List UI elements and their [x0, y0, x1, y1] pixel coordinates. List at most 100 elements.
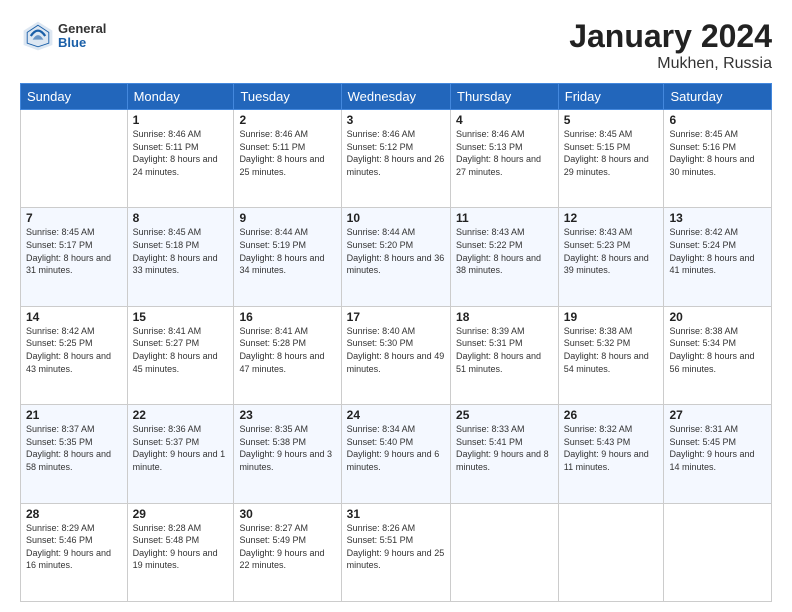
calendar-cell: 12Sunrise: 8:43 AMSunset: 5:23 PMDayligh…	[558, 208, 664, 306]
week-row-3: 14Sunrise: 8:42 AMSunset: 5:25 PMDayligh…	[21, 306, 772, 404]
logo-text: General Blue	[58, 22, 106, 51]
calendar-cell: 21Sunrise: 8:37 AMSunset: 5:35 PMDayligh…	[21, 405, 128, 503]
weekday-header-saturday: Saturday	[664, 84, 772, 110]
weekday-header-sunday: Sunday	[21, 84, 128, 110]
header: General Blue January 2024 Mukhen, Russia	[20, 18, 772, 73]
day-number: 11	[456, 211, 553, 225]
day-info: Sunrise: 8:31 AMSunset: 5:45 PMDaylight:…	[669, 423, 766, 473]
day-info: Sunrise: 8:32 AMSunset: 5:43 PMDaylight:…	[564, 423, 659, 473]
calendar-cell: 2Sunrise: 8:46 AMSunset: 5:11 PMDaylight…	[234, 110, 341, 208]
calendar-cell: 5Sunrise: 8:45 AMSunset: 5:15 PMDaylight…	[558, 110, 664, 208]
day-number: 2	[239, 113, 335, 127]
weekday-header-tuesday: Tuesday	[234, 84, 341, 110]
calendar-title: January 2024	[569, 18, 772, 55]
page: General Blue January 2024 Mukhen, Russia…	[0, 0, 792, 612]
day-info: Sunrise: 8:43 AMSunset: 5:22 PMDaylight:…	[456, 226, 553, 276]
day-info: Sunrise: 8:45 AMSunset: 5:17 PMDaylight:…	[26, 226, 122, 276]
day-info: Sunrise: 8:45 AMSunset: 5:16 PMDaylight:…	[669, 128, 766, 178]
day-number: 24	[347, 408, 445, 422]
week-row-1: 1 Sunrise: 8:46 AMSunset: 5:11 PMDaylight…	[21, 110, 772, 208]
day-number: 17	[347, 310, 445, 324]
day-number: 23	[239, 408, 335, 422]
day-number: 5	[564, 113, 659, 127]
calendar-table: SundayMondayTuesdayWednesdayThursdayFrid…	[20, 83, 772, 602]
weekday-header-monday: Monday	[127, 84, 234, 110]
calendar-cell: 11Sunrise: 8:43 AMSunset: 5:22 PMDayligh…	[451, 208, 559, 306]
calendar-cell: 23Sunrise: 8:35 AMSunset: 5:38 PMDayligh…	[234, 405, 341, 503]
calendar-cell: 31Sunrise: 8:26 AMSunset: 5:51 PMDayligh…	[341, 503, 450, 601]
day-info: Sunrise: 8:34 AMSunset: 5:40 PMDaylight:…	[347, 423, 445, 473]
calendar-cell: 18Sunrise: 8:39 AMSunset: 5:31 PMDayligh…	[451, 306, 559, 404]
day-info: Sunrise: 8:40 AMSunset: 5:30 PMDaylight:…	[347, 325, 445, 375]
calendar-cell	[664, 503, 772, 601]
calendar-cell: 4Sunrise: 8:46 AMSunset: 5:13 PMDaylight…	[451, 110, 559, 208]
day-info: Sunrise: 8:45 AMSunset: 5:18 PMDaylight:…	[133, 226, 229, 276]
calendar-cell: 29Sunrise: 8:28 AMSunset: 5:48 PMDayligh…	[127, 503, 234, 601]
day-info: Sunrise: 8:28 AMSunset: 5:48 PMDaylight:…	[133, 522, 229, 572]
calendar-cell: 27Sunrise: 8:31 AMSunset: 5:45 PMDayligh…	[664, 405, 772, 503]
calendar-cell: 1Sunrise: 8:46 AMSunset: 5:11 PMDaylight…	[127, 110, 234, 208]
day-number: 14	[26, 310, 122, 324]
day-number: 31	[347, 507, 445, 521]
day-number: 22	[133, 408, 229, 422]
day-number: 19	[564, 310, 659, 324]
day-info: Sunrise: 8:43 AMSunset: 5:23 PMDaylight:…	[564, 226, 659, 276]
day-number: 8	[133, 211, 229, 225]
day-info: Sunrise: 8:39 AMSunset: 5:31 PMDaylight:…	[456, 325, 553, 375]
day-number: 16	[239, 310, 335, 324]
calendar-cell: 9Sunrise: 8:44 AMSunset: 5:19 PMDaylight…	[234, 208, 341, 306]
day-info: Sunrise: 8:35 AMSunset: 5:38 PMDaylight:…	[239, 423, 335, 473]
week-row-2: 7Sunrise: 8:45 AMSunset: 5:17 PMDaylight…	[21, 208, 772, 306]
day-info: Sunrise: 8:46 AMSunset: 5:11 PMDaylight:…	[239, 128, 335, 178]
calendar-cell: 17Sunrise: 8:40 AMSunset: 5:30 PMDayligh…	[341, 306, 450, 404]
day-info: Sunrise: 8:29 AMSunset: 5:46 PMDaylight:…	[26, 522, 122, 572]
day-number: 6	[669, 113, 766, 127]
day-number: 12	[564, 211, 659, 225]
day-info: Sunrise: 8:41 AMSunset: 5:27 PMDaylight:…	[133, 325, 229, 375]
day-number: 18	[456, 310, 553, 324]
day-info: Sunrise: 8:44 AMSunset: 5:20 PMDaylight:…	[347, 226, 445, 276]
logo: General Blue	[20, 18, 106, 54]
calendar-cell	[21, 110, 128, 208]
logo-icon	[20, 18, 56, 54]
day-number: 15	[133, 310, 229, 324]
day-number: 20	[669, 310, 766, 324]
day-info: Sunrise: 8:37 AMSunset: 5:35 PMDaylight:…	[26, 423, 122, 473]
day-number: 25	[456, 408, 553, 422]
calendar-cell: 8Sunrise: 8:45 AMSunset: 5:18 PMDaylight…	[127, 208, 234, 306]
calendar-cell: 28Sunrise: 8:29 AMSunset: 5:46 PMDayligh…	[21, 503, 128, 601]
calendar-cell: 16Sunrise: 8:41 AMSunset: 5:28 PMDayligh…	[234, 306, 341, 404]
day-info: Sunrise: 8:46 AMSunset: 5:12 PMDaylight:…	[347, 128, 445, 178]
title-block: January 2024 Mukhen, Russia	[569, 18, 772, 73]
day-number: 1	[133, 113, 229, 127]
calendar-cell: 6Sunrise: 8:45 AMSunset: 5:16 PMDaylight…	[664, 110, 772, 208]
day-info: Sunrise: 8:42 AMSunset: 5:24 PMDaylight:…	[669, 226, 766, 276]
day-info: Sunrise: 8:42 AMSunset: 5:25 PMDaylight:…	[26, 325, 122, 375]
calendar-cell	[451, 503, 559, 601]
weekday-header-row: SundayMondayTuesdayWednesdayThursdayFrid…	[21, 84, 772, 110]
calendar-cell: 14Sunrise: 8:42 AMSunset: 5:25 PMDayligh…	[21, 306, 128, 404]
day-info: Sunrise: 8:41 AMSunset: 5:28 PMDaylight:…	[239, 325, 335, 375]
calendar-cell: 22Sunrise: 8:36 AMSunset: 5:37 PMDayligh…	[127, 405, 234, 503]
weekday-header-thursday: Thursday	[451, 84, 559, 110]
calendar-cell: 30Sunrise: 8:27 AMSunset: 5:49 PMDayligh…	[234, 503, 341, 601]
day-number: 21	[26, 408, 122, 422]
weekday-header-friday: Friday	[558, 84, 664, 110]
day-number: 13	[669, 211, 766, 225]
day-info: Sunrise: 8:26 AMSunset: 5:51 PMDaylight:…	[347, 522, 445, 572]
calendar-cell: 3Sunrise: 8:46 AMSunset: 5:12 PMDaylight…	[341, 110, 450, 208]
day-info: Sunrise: 8:27 AMSunset: 5:49 PMDaylight:…	[239, 522, 335, 572]
day-info: Sunrise: 8:45 AMSunset: 5:15 PMDaylight:…	[564, 128, 659, 178]
day-info: Sunrise: 8:38 AMSunset: 5:32 PMDaylight:…	[564, 325, 659, 375]
day-info: Sunrise: 8:44 AMSunset: 5:19 PMDaylight:…	[239, 226, 335, 276]
day-info: Sunrise: 8:46 AMSunset: 5:13 PMDaylight:…	[456, 128, 553, 178]
calendar-cell: 25Sunrise: 8:33 AMSunset: 5:41 PMDayligh…	[451, 405, 559, 503]
day-number: 9	[239, 211, 335, 225]
day-number: 4	[456, 113, 553, 127]
day-info: Sunrise: 8:38 AMSunset: 5:34 PMDaylight:…	[669, 325, 766, 375]
calendar-cell: 26Sunrise: 8:32 AMSunset: 5:43 PMDayligh…	[558, 405, 664, 503]
day-number: 27	[669, 408, 766, 422]
calendar-cell: 19Sunrise: 8:38 AMSunset: 5:32 PMDayligh…	[558, 306, 664, 404]
day-info: Sunrise: 8:36 AMSunset: 5:37 PMDaylight:…	[133, 423, 229, 473]
logo-general: General	[58, 22, 106, 36]
